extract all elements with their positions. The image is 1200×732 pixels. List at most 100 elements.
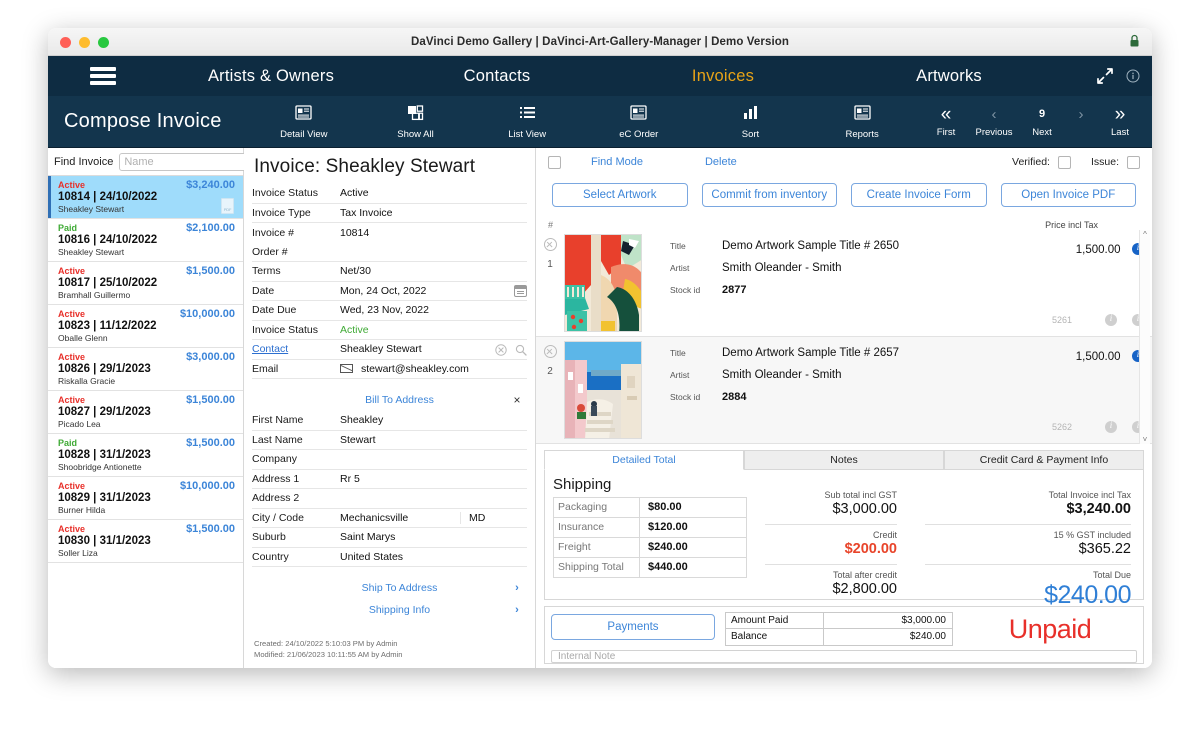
pdf-file-icon[interactable]	[221, 198, 234, 214]
clear-contact-icon[interactable]	[495, 343, 507, 355]
close-window-button[interactable]	[60, 37, 71, 48]
line-items-scrollbar[interactable]: ^ ˅	[1139, 230, 1150, 444]
contact-link[interactable]: Contact	[252, 343, 340, 355]
open-invoice-pdf-button[interactable]: Open Invoice PDF	[1001, 183, 1137, 207]
invoice-list-item[interactable]: Active$10,000.00 10829 | 31/1/2023 Burne…	[48, 477, 243, 520]
ship-to-address-row[interactable]: Ship To Address ›	[252, 577, 527, 599]
invoice-list-item[interactable]: Active$1,500.00 10830 | 31/1/2023 Soller…	[48, 520, 243, 563]
maximize-window-button[interactable]	[98, 37, 109, 48]
create-invoice-form-button[interactable]: Create Invoice Form	[851, 183, 987, 207]
nav-item-contacts[interactable]: Contacts	[384, 67, 610, 86]
toolbar-ec-order-button[interactable]: eC Order	[600, 104, 678, 140]
info-icon-secondary[interactable]	[1105, 314, 1117, 326]
nav-item-artists-owners[interactable]: Artists & Owners	[158, 67, 384, 86]
search-contact-icon[interactable]	[515, 343, 527, 355]
commit-from-inventory-button[interactable]: Commit from inventory	[702, 183, 838, 207]
nav-previous-button[interactable]: ‹ Previous	[970, 105, 1018, 138]
minimize-window-button[interactable]	[79, 37, 90, 48]
verified-checkbox[interactable]	[1058, 156, 1071, 169]
invoice-list-item[interactable]: Active$3,240.00 10814 | 24/10/2022 Sheak…	[48, 176, 243, 219]
close-icon[interactable]: ×	[507, 393, 527, 407]
shipping-value[interactable]: $120.00	[640, 518, 746, 537]
line-item-row[interactable]: 2	[536, 337, 1152, 444]
tab-detailed-total[interactable]: Detailed Total	[544, 450, 744, 470]
remove-line-item-icon[interactable]	[544, 345, 557, 358]
tab-credit-card-payment-info[interactable]: Credit Card & Payment Info	[944, 450, 1144, 470]
gst-label: 15 % GST included	[925, 530, 1131, 540]
artwork-artist: Smith Oleander - Smith	[722, 369, 842, 381]
field-order-number[interactable]: Order #	[252, 243, 527, 263]
toolbar-sort-button[interactable]: Sort	[711, 104, 789, 140]
toolbar-show-all-button[interactable]: Show All	[376, 104, 454, 140]
field-email[interactable]: Email stewart@sheakley.com	[252, 360, 527, 380]
find-mode-checkbox[interactable]	[548, 156, 561, 169]
toolbar-label: eC Order	[619, 129, 658, 140]
field-suburb[interactable]: Suburb Saint Marys	[252, 528, 527, 548]
scroll-up-icon[interactable]: ^	[1143, 230, 1147, 239]
field-date[interactable]: Date Mon, 24 Oct, 2022	[252, 282, 527, 302]
info-circle-icon[interactable]	[1126, 69, 1140, 83]
invoice-list-item[interactable]: Active$1,500.00 10827 | 29/1/2023 Picado…	[48, 391, 243, 434]
toolbar-list-view-button[interactable]: List View	[488, 104, 566, 140]
artwork-thumbnail[interactable]	[564, 341, 642, 439]
nav-first-button[interactable]: « First	[922, 105, 970, 138]
field-city-code[interactable]: City / Code Mechanicsville MD	[252, 509, 527, 529]
invoice-list-item[interactable]: Active$10,000.00 10823 | 11/12/2022 Obal…	[48, 305, 243, 348]
field-invoice-status[interactable]: Invoice Status Active	[252, 184, 527, 204]
find-mode-label[interactable]: Find Mode	[591, 156, 643, 168]
chevron-right-icon[interactable]: ›	[507, 582, 527, 594]
calendar-icon[interactable]	[514, 285, 527, 297]
remove-line-item-icon[interactable]	[544, 238, 557, 251]
delete-button[interactable]: Delete	[705, 156, 737, 168]
line-item-row[interactable]: 1	[536, 230, 1152, 337]
invoice-client-name: Sheakley Stewart	[58, 204, 235, 214]
field-last-name[interactable]: Last Name Stewart	[252, 431, 527, 451]
field-address-2[interactable]: Address 2	[252, 489, 527, 509]
artwork-title: Demo Artwork Sample Title # 2657	[722, 347, 899, 359]
nav-item-artworks[interactable]: Artworks	[836, 67, 1062, 86]
invoice-list-item[interactable]: Active$3,000.00 10826 | 29/1/2023 Riskal…	[48, 348, 243, 391]
invoice-list-item[interactable]: Paid$2,100.00 10816 | 24/10/2022 Sheakle…	[48, 219, 243, 262]
invoice-list-item[interactable]: Active$1,500.00 10817 | 25/10/2022 Bramh…	[48, 262, 243, 305]
nav-item-invoices[interactable]: Invoices	[610, 67, 836, 86]
chevron-right-icon[interactable]: ›	[507, 604, 527, 616]
field-country[interactable]: Country United States	[252, 548, 527, 568]
artwork-thumbnail[interactable]	[564, 234, 642, 332]
issue-checkbox[interactable]	[1127, 156, 1140, 169]
field-contact[interactable]: Contact Sheakley Stewart	[252, 340, 527, 360]
shipping-info-row[interactable]: Shipping Info ›	[252, 599, 527, 621]
scroll-down-icon[interactable]: ˅	[1143, 435, 1148, 444]
total-after-credit-label: Total after credit	[765, 570, 897, 580]
nav-next-button[interactable]: ›	[1066, 105, 1096, 138]
expand-arrows-icon[interactable]	[1096, 67, 1114, 85]
field-address-1[interactable]: Address 1 Rr 5	[252, 470, 527, 490]
info-icon-secondary[interactable]	[1105, 421, 1117, 433]
nav-last-button[interactable]: » Last	[1096, 105, 1144, 138]
bill-to-address-link[interactable]: Bill To Address	[292, 394, 507, 406]
tab-notes[interactable]: Notes	[744, 450, 944, 470]
envelope-icon[interactable]	[340, 364, 353, 373]
payments-button[interactable]: Payments	[551, 614, 715, 640]
field-company[interactable]: Company	[252, 450, 527, 470]
field-invoice-type[interactable]: Invoice Type Tax Invoice	[252, 204, 527, 224]
shipping-value[interactable]: $240.00	[640, 538, 746, 557]
field-terms[interactable]: Terms Net/30	[252, 262, 527, 282]
select-artwork-button[interactable]: Select Artwork	[552, 183, 688, 207]
invoice-list-item[interactable]: Paid$1,500.00 10828 | 31/1/2023 Shoobrid…	[48, 434, 243, 477]
invoice-list[interactable]: Active$3,240.00 10814 | 24/10/2022 Sheak…	[48, 176, 243, 668]
shipping-value[interactable]: $80.00	[640, 498, 746, 517]
field-invoice-number[interactable]: Invoice # 10814	[252, 223, 527, 243]
hamburger-menu-icon[interactable]	[48, 67, 158, 85]
toolbar-detail-view-button[interactable]: Detail View	[265, 104, 343, 140]
ship-to-address-link[interactable]: Ship To Address	[292, 582, 507, 594]
line-item-controls: 1	[536, 234, 564, 336]
shipping-info-link[interactable]: Shipping Info	[292, 604, 507, 616]
internal-note-input[interactable]	[551, 650, 1137, 663]
field-invoice-status-secondary[interactable]: Invoice Status Active	[252, 321, 527, 341]
record-page-number[interactable]: 9 Next	[1018, 105, 1066, 138]
field-first-name[interactable]: First Name Sheakley	[252, 411, 527, 431]
field-date-due[interactable]: Date Due Wed, 23 Nov, 2022	[252, 301, 527, 321]
toolbar-reports-button[interactable]: Reports	[823, 104, 901, 140]
payments-table: Amount Paid $3,000.00 Balance $240.00	[725, 612, 953, 646]
shipping-row: Freight$240.00	[554, 538, 746, 558]
